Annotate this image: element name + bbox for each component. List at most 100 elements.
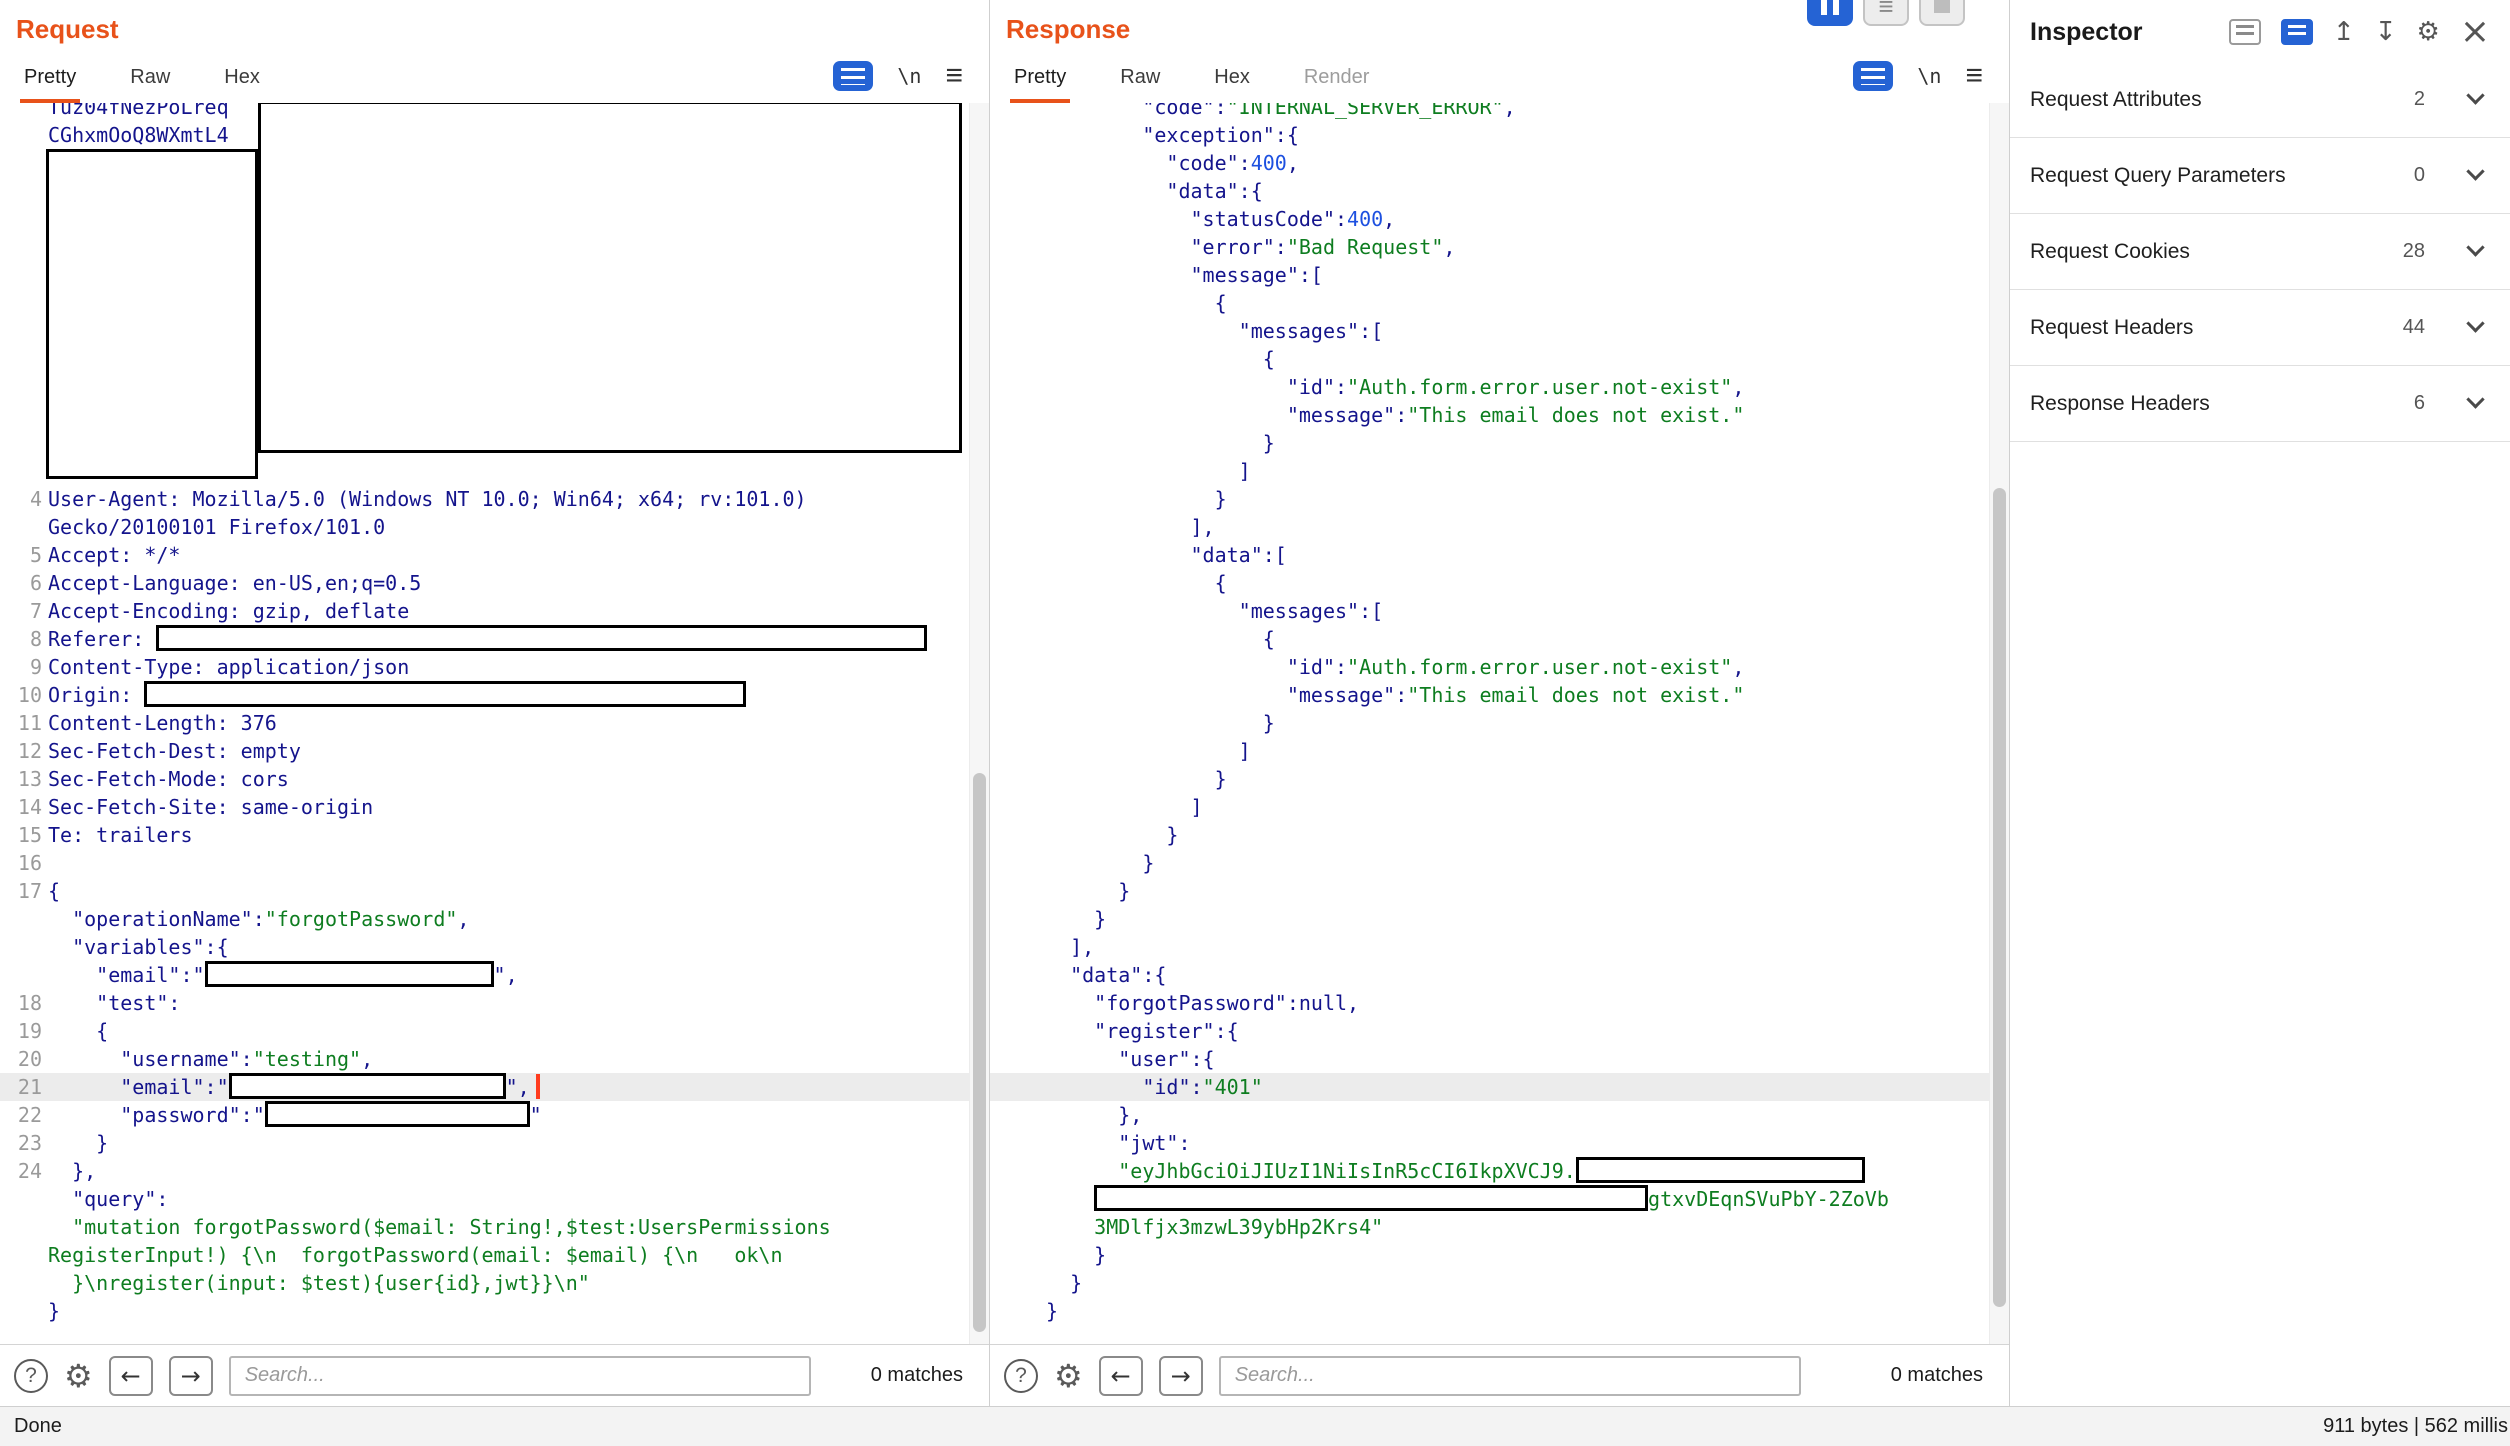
word-wrap-icon[interactable] <box>833 61 873 91</box>
code-line[interactable]: "id":"401" <box>990 1073 2009 1101</box>
code-line[interactable]: 18 "test": <box>0 989 989 1017</box>
expand-all-icon[interactable]: ↧ <box>2375 19 2397 45</box>
search-prev-button[interactable]: ← <box>109 1356 153 1396</box>
code-line[interactable]: { <box>990 625 2009 653</box>
code-line[interactable]: } <box>990 1269 2009 1297</box>
code-line[interactable]: } <box>990 709 2009 737</box>
tab-hex[interactable]: Hex <box>1210 54 1254 103</box>
code-line[interactable]: "forgotPassword":null, <box>990 989 2009 1017</box>
code-line[interactable]: "register":{ <box>990 1017 2009 1045</box>
code-line[interactable]: "mutation forgotPassword($email: String!… <box>0 1213 989 1241</box>
vertical-scrollbar[interactable] <box>1989 103 2009 1344</box>
code-line[interactable]: "message":"This email does not exist." <box>990 681 2009 709</box>
code-line[interactable]: "code":"INTERNAL_SERVER_ERROR", <box>990 103 2009 121</box>
tab-pretty[interactable]: Pretty <box>1010 54 1070 103</box>
help-icon[interactable]: ? <box>1004 1359 1038 1393</box>
code-line[interactable]: "error":"Bad Request", <box>990 233 2009 261</box>
code-line[interactable]: 14Sec-Fetch-Site: same-origin <box>0 793 989 821</box>
hamburger-menu-icon[interactable]: ≡ <box>1965 61 1983 91</box>
code-line[interactable]: Gecko/20100101 Firefox/101.0 <box>0 513 989 541</box>
code-line[interactable]: "message":"This email does not exist." <box>990 401 2009 429</box>
tab-raw[interactable]: Raw <box>1116 54 1164 103</box>
help-icon[interactable]: ? <box>14 1359 48 1393</box>
code-line[interactable]: } <box>990 1297 2009 1325</box>
code-line[interactable]: "messages":[ <box>990 597 2009 625</box>
code-line[interactable]: "exception":{ <box>990 121 2009 149</box>
code-line[interactable]: "statusCode":400, <box>990 205 2009 233</box>
scrollbar-thumb[interactable] <box>973 773 986 1331</box>
code-line[interactable]: 9Content-Type: application/json <box>0 653 989 681</box>
inspector-section-request-attributes[interactable]: Request Attributes2 <box>2010 62 2510 138</box>
code-line[interactable]: 24 }, <box>0 1157 989 1185</box>
code-line[interactable]: } <box>0 1297 989 1325</box>
code-line[interactable]: "message":[ <box>990 261 2009 289</box>
close-inspector-icon[interactable]: × <box>2460 14 2490 50</box>
code-line[interactable]: } <box>990 765 2009 793</box>
request-editor[interactable]: Tuz04fNezPoLreq CGhxmOoQ8WXmtL4 4User-Ag… <box>0 103 989 1344</box>
code-line[interactable]: 22 "password":"" <box>0 1101 989 1129</box>
code-line[interactable]: "email":"", <box>0 961 989 989</box>
code-line[interactable]: "variables":{ <box>0 933 989 961</box>
code-line[interactable]: ] <box>990 737 2009 765</box>
code-line[interactable]: { <box>990 345 2009 373</box>
code-line[interactable]: "data":{ <box>990 961 2009 989</box>
code-line[interactable]: } <box>990 429 2009 457</box>
code-line[interactable]: } <box>990 1241 2009 1269</box>
code-line[interactable]: 6Accept-Language: en-US,en;q=0.5 <box>0 569 989 597</box>
layout-columns-icon[interactable] <box>1807 0 1853 26</box>
code-line[interactable]: "code":400, <box>990 149 2009 177</box>
code-line[interactable]: 16 <box>0 849 989 877</box>
vertical-scrollbar[interactable] <box>969 103 989 1344</box>
code-line[interactable]: ], <box>990 933 2009 961</box>
code-line[interactable]: ], <box>990 513 2009 541</box>
code-line[interactable]: 5Accept: */* <box>0 541 989 569</box>
code-line[interactable]: }, <box>990 1101 2009 1129</box>
code-line[interactable]: 19 { <box>0 1017 989 1045</box>
code-line[interactable]: }\nregister(input: $test){user{id},jwt}}… <box>0 1269 989 1297</box>
search-next-button[interactable]: → <box>1159 1356 1203 1396</box>
layout-rows-icon[interactable]: ≡ <box>1863 0 1909 26</box>
inspector-section-request-headers[interactable]: Request Headers44 <box>2010 290 2510 366</box>
code-line[interactable]: 8Referer: <box>0 625 989 653</box>
code-line[interactable]: 10Origin: <box>0 681 989 709</box>
tab-render[interactable]: Render <box>1300 54 1374 103</box>
layout-single-icon[interactable] <box>1919 0 1965 26</box>
code-line[interactable]: "id":"Auth.form.error.user.not-exist", <box>990 373 2009 401</box>
code-line[interactable]: 15Te: trailers <box>0 821 989 849</box>
code-line[interactable]: } <box>990 821 2009 849</box>
code-line[interactable]: 3MDlfjx3mzwL39ybHp2Krs4" <box>990 1213 2009 1241</box>
code-line[interactable]: ] <box>990 793 2009 821</box>
code-line[interactable]: 4User-Agent: Mozilla/5.0 (Windows NT 10.… <box>0 485 989 513</box>
response-editor[interactable]: "code":"INTERNAL_SERVER_ERROR", "excepti… <box>990 103 2009 1344</box>
scrollbar-thumb[interactable] <box>1993 488 2006 1307</box>
code-line[interactable]: "eyJhbGciOiJIUzI1NiIsInR5cCI6IkpXVCJ9. <box>990 1157 2009 1185</box>
collapse-all-icon[interactable]: ↥ <box>2333 19 2355 45</box>
code-line[interactable]: 12Sec-Fetch-Dest: empty <box>0 737 989 765</box>
search-input[interactable] <box>1219 1356 1801 1396</box>
code-line[interactable]: 20 "username":"testing", <box>0 1045 989 1073</box>
inspector-section-request-query-parameters[interactable]: Request Query Parameters0 <box>2010 138 2510 214</box>
code-line[interactable]: 23 } <box>0 1129 989 1157</box>
tab-hex[interactable]: Hex <box>220 54 264 103</box>
tab-raw[interactable]: Raw <box>126 54 174 103</box>
search-next-button[interactable]: → <box>169 1356 213 1396</box>
code-line[interactable]: 13Sec-Fetch-Mode: cors <box>0 765 989 793</box>
inspector-section-response-headers[interactable]: Response Headers6 <box>2010 366 2510 442</box>
hamburger-menu-icon[interactable]: ≡ <box>945 61 963 91</box>
tab-pretty[interactable]: Pretty <box>20 54 80 103</box>
settings-gear-icon[interactable]: ⚙ <box>1054 1360 1083 1392</box>
code-line[interactable]: "id":"Auth.form.error.user.not-exist", <box>990 653 2009 681</box>
code-line[interactable]: } <box>990 877 2009 905</box>
code-line[interactable]: gtxvDEqnSVuPbY-2ZoVb <box>990 1185 2009 1213</box>
word-wrap-icon[interactable] <box>1853 61 1893 91</box>
code-line[interactable]: } <box>990 905 2009 933</box>
code-line[interactable]: 11Content-Length: 376 <box>0 709 989 737</box>
code-line[interactable]: "user":{ <box>990 1045 2009 1073</box>
code-line[interactable]: "jwt": <box>990 1129 2009 1157</box>
settings-gear-icon[interactable]: ⚙ <box>64 1360 93 1392</box>
code-line[interactable]: ] <box>990 457 2009 485</box>
code-line[interactable]: "data":[ <box>990 541 2009 569</box>
code-line[interactable]: 21 "email":"", <box>0 1073 989 1101</box>
code-line[interactable]: "query": <box>0 1185 989 1213</box>
code-line[interactable]: } <box>990 849 2009 877</box>
